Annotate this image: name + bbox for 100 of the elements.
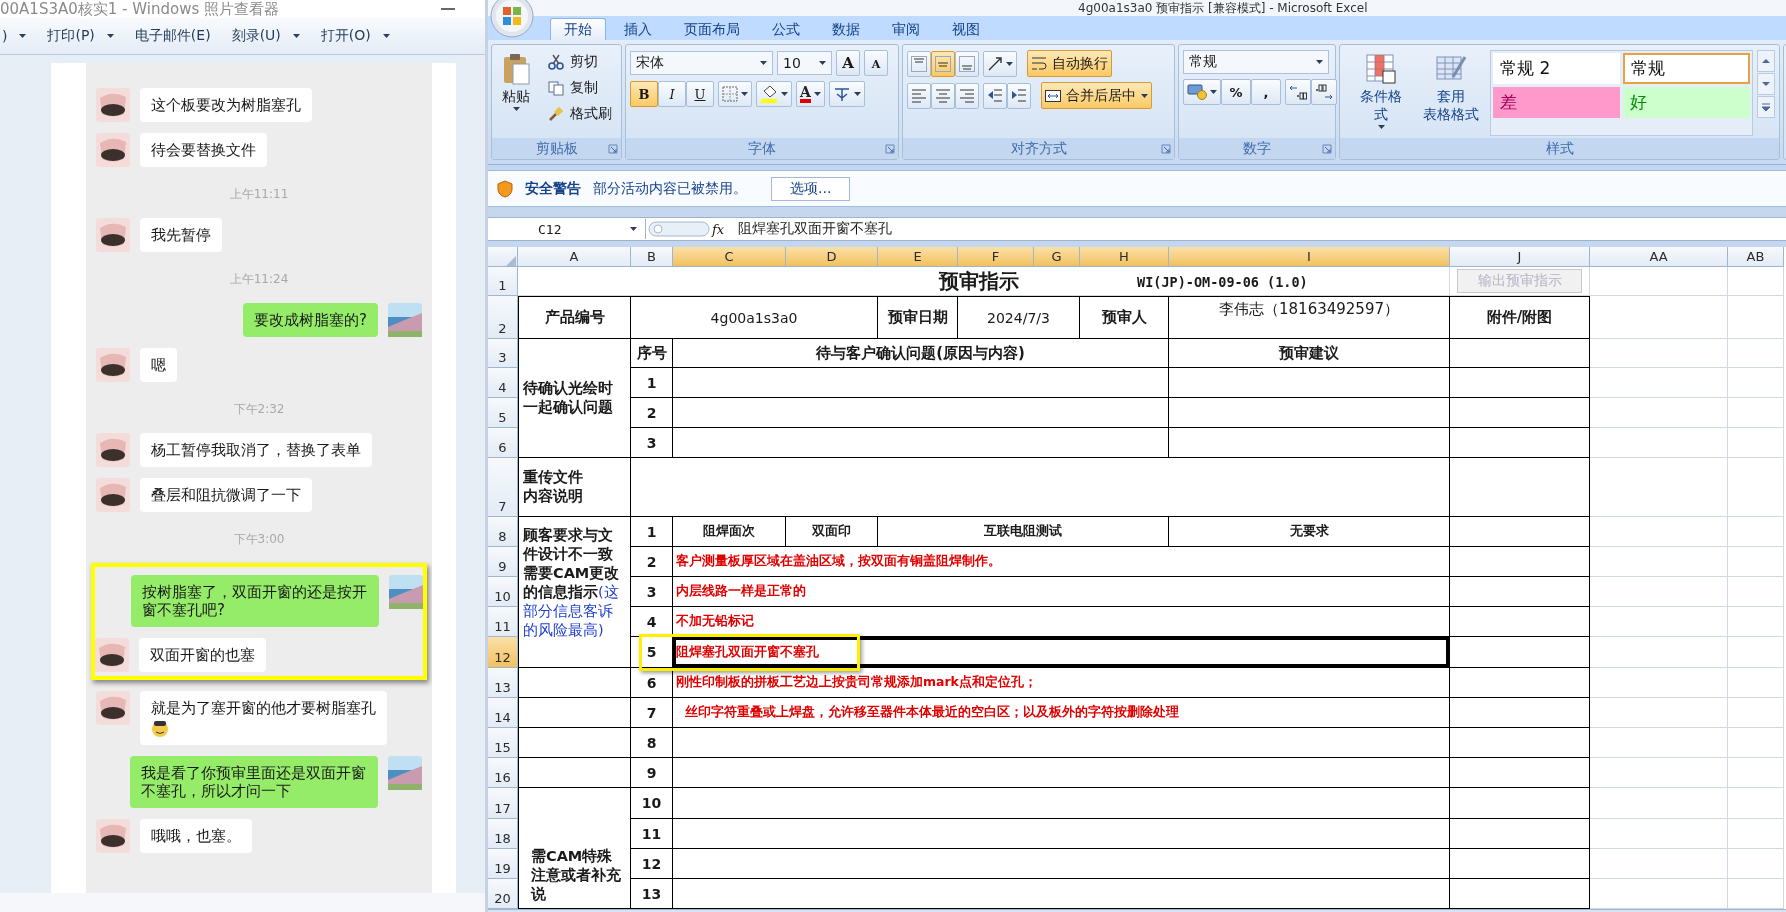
group-label: 样式 xyxy=(1340,138,1779,159)
ribbon-tab[interactable]: 审阅 xyxy=(878,18,934,40)
cell-style-option[interactable]: 好 xyxy=(1623,87,1750,118)
cell-style-option[interactable]: 常规 2 xyxy=(1493,53,1620,84)
font-style-button[interactable]: B xyxy=(630,81,658,107)
conditional-format-button[interactable]: 条件格式 xyxy=(1350,50,1413,136)
shrink-font-button[interactable]: A xyxy=(864,50,888,76)
caret-icon[interactable] xyxy=(853,92,861,96)
formula-text: 阻焊塞孔双面开窗不塞孔 xyxy=(738,220,893,238)
table-cell: 双面印 xyxy=(786,517,878,547)
indent-button[interactable] xyxy=(1007,82,1031,109)
row-header: 3 xyxy=(488,339,518,368)
align-button[interactable] xyxy=(907,50,931,77)
merge-center-button[interactable]: 合并后居中 xyxy=(1041,82,1152,109)
font-style-button[interactable]: U xyxy=(686,81,714,107)
caret-icon[interactable] xyxy=(1006,61,1013,66)
caret-icon[interactable] xyxy=(781,92,788,96)
ribbon-tab[interactable]: 数据 xyxy=(818,18,874,40)
menu-item[interactable]: 打开(O) xyxy=(318,27,392,45)
number-format-select[interactable]: 常规 xyxy=(1183,50,1329,74)
menu-item[interactable]: 刻录(U) xyxy=(229,27,302,45)
menu-item[interactable]: 打印(P) xyxy=(45,27,116,45)
number-style-button[interactable]: , xyxy=(1251,79,1281,105)
caret-icon[interactable] xyxy=(819,61,826,65)
dialog-launcher-icon[interactable] xyxy=(608,144,618,154)
align-icon xyxy=(959,55,975,72)
currency-button[interactable] xyxy=(1183,79,1221,105)
caret-icon[interactable] xyxy=(19,34,27,38)
caret-icon[interactable] xyxy=(1141,93,1148,98)
caret-icon[interactable] xyxy=(512,107,520,111)
cell-style-option[interactable]: 差 xyxy=(1493,87,1620,118)
column-header: G xyxy=(1034,247,1080,267)
ribbon-tab[interactable]: 插入 xyxy=(610,18,666,40)
scroll-up-icon[interactable] xyxy=(1757,50,1775,72)
scroll-down-icon[interactable] xyxy=(1757,73,1775,95)
caret-icon[interactable] xyxy=(1316,60,1323,64)
menu-item[interactable]: 电子邮件(E) xyxy=(132,27,213,45)
caret-icon[interactable] xyxy=(813,92,821,96)
indent-button[interactable] xyxy=(983,82,1007,109)
ribbon-tab[interactable]: 页面布局 xyxy=(670,18,754,40)
splitter-handle-icon[interactable] xyxy=(648,220,710,238)
column-header: H xyxy=(1080,247,1169,267)
ribbon-tab[interactable]: 公式 xyxy=(758,18,814,40)
column-header: C xyxy=(673,247,786,267)
row-header: 16 xyxy=(488,758,518,788)
phonetic-button[interactable] xyxy=(828,81,865,107)
number-style-button[interactable]: % xyxy=(1221,79,1251,105)
font-style-button[interactable]: I xyxy=(658,81,686,107)
table-cell: 需CAM特殊注意或者补充说 xyxy=(518,788,631,909)
paste-button[interactable]: 粘贴 xyxy=(496,50,536,136)
caret-icon[interactable] xyxy=(292,34,300,38)
avatar-icon xyxy=(96,133,130,167)
message-text: 按树脂塞了，双面开窗的还是按开窗不塞孔吧? xyxy=(142,583,368,619)
ribbon-tab[interactable]: 开始 xyxy=(550,18,606,40)
caret-icon[interactable] xyxy=(1210,90,1217,94)
align-button[interactable] xyxy=(955,50,979,77)
caret-icon[interactable] xyxy=(760,61,767,65)
format-table-button[interactable]: 套用 表格格式 xyxy=(1416,50,1486,136)
align-button[interactable] xyxy=(931,82,955,109)
wrap-text-button[interactable]: 自动换行 xyxy=(1027,50,1112,77)
group-label: 字体 xyxy=(626,138,898,159)
row-header: 5 xyxy=(488,398,518,428)
clipboard-action[interactable]: 复制 xyxy=(544,76,616,99)
dialog-launcher-icon[interactable] xyxy=(1322,144,1332,154)
caret-icon[interactable] xyxy=(382,34,390,38)
decimal-button[interactable] xyxy=(1285,79,1311,105)
caret-icon[interactable] xyxy=(106,34,114,38)
row-header: 18 xyxy=(488,819,518,849)
dialog-launcher-icon[interactable] xyxy=(1161,144,1171,154)
fill-color-button[interactable] xyxy=(756,81,792,107)
orientation-button[interactable] xyxy=(983,50,1017,77)
caret-icon[interactable] xyxy=(1377,125,1385,129)
group-label: 对齐方式 xyxy=(903,138,1174,159)
grow-font-button[interactable]: A xyxy=(836,50,860,76)
align-button[interactable] xyxy=(907,82,931,109)
font-select[interactable]: 宋体 xyxy=(630,51,773,75)
column-header: AB xyxy=(1728,247,1784,267)
row-header: 20 xyxy=(488,879,518,909)
size-select[interactable]: 10 xyxy=(777,51,832,75)
name-box[interactable]: C12 xyxy=(488,219,646,239)
caret-icon[interactable] xyxy=(630,227,637,231)
font-color-button[interactable]: A xyxy=(796,81,825,107)
dialog-launcher-icon[interactable] xyxy=(885,144,895,154)
more-icon[interactable] xyxy=(1757,96,1775,118)
caret-icon[interactable] xyxy=(741,92,748,96)
ribbon-tab[interactable]: 视图 xyxy=(938,18,994,40)
window-title: 4g00a1s3a0 预审指示 [兼容模式] - Microsoft Excel xyxy=(1078,1,1368,15)
align-button[interactable] xyxy=(955,82,979,109)
decimal-icon xyxy=(1315,84,1333,100)
align-button[interactable] xyxy=(931,50,955,77)
table-cell: 1 xyxy=(631,368,673,398)
cell-style-option[interactable]: 常规 xyxy=(1623,53,1750,84)
options-button[interactable]: 选项... xyxy=(771,176,851,201)
function-label[interactable]: fx xyxy=(712,221,725,237)
clipboard-action[interactable]: 剪切 xyxy=(544,50,616,73)
decimal-button[interactable] xyxy=(1311,79,1337,105)
menu-item[interactable]: ) xyxy=(0,28,29,44)
message-text: 我先暂停 xyxy=(151,226,211,244)
align-icon xyxy=(935,87,951,104)
clipboard-action[interactable]: 格式刷 xyxy=(544,102,616,125)
